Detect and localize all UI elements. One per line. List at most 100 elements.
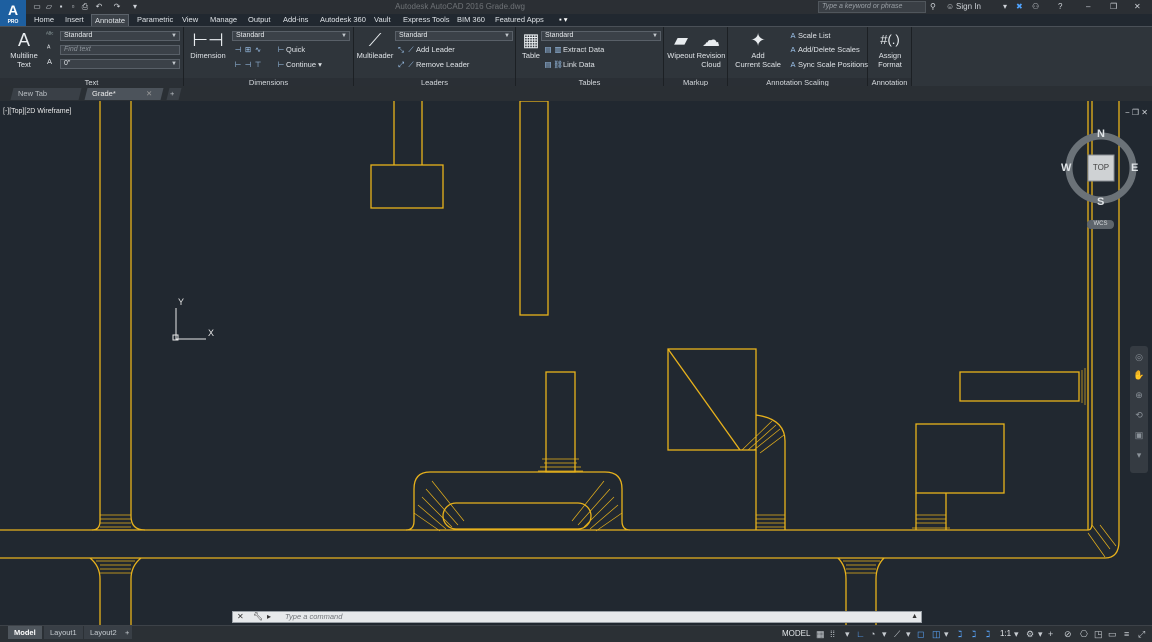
compass-west[interactable]: W <box>1061 162 1071 174</box>
snap-dropdown-icon[interactable]: ▾ <box>845 629 850 639</box>
clean-screen-icon[interactable]: ▭ <box>1108 629 1117 639</box>
application-menu-button[interactable]: A PRO <box>0 0 26 26</box>
continue-dimension-button[interactable]: ⊢ Continue ▾ <box>276 60 322 70</box>
hardware-acceleration-icon[interactable]: ⎔ <box>1080 629 1088 639</box>
text-height-select[interactable]: 0" ▼ <box>60 59 180 69</box>
dimension-style-select[interactable]: Standard ▼ <box>232 31 350 41</box>
tab-output[interactable]: Output <box>245 14 274 26</box>
undo-icon[interactable]: ↶ <box>94 2 104 12</box>
tab-vault[interactable]: Vault <box>371 14 394 26</box>
qat-dropdown-icon[interactable]: ▾ <box>130 2 140 12</box>
workspace-gear-icon[interactable]: ⚙ <box>1026 629 1034 639</box>
compass-north[interactable]: N <box>1097 128 1105 140</box>
multileader-button[interactable]: ⟋ Multileader <box>356 29 394 61</box>
scale-dropdown-icon[interactable]: ▾ <box>1014 629 1019 639</box>
tab-parametric[interactable]: Parametric <box>134 14 176 26</box>
assign-format-button[interactable]: #(.) Assign Format <box>870 29 910 69</box>
add-leader-button[interactable]: ⤡ ⟋ Add Leader <box>396 45 455 55</box>
dim-tools-icons-2[interactable]: ⊢ ⊣ ⊤ <box>233 60 263 70</box>
save-icon[interactable]: ▪ <box>56 2 66 12</box>
minimize-icon[interactable]: – <box>1086 2 1090 12</box>
tab-express-tools[interactable]: Express Tools <box>400 14 453 26</box>
scale-list-button[interactable]: A Scale List <box>788 31 830 41</box>
fullscreen-icon[interactable]: ⤢ <box>1138 629 1145 639</box>
help-search-input[interactable]: Type a keyword or phrase <box>818 1 926 13</box>
add-layout-button[interactable]: + <box>122 626 133 639</box>
snap-tracking-icon[interactable]: ◫ <box>932 629 941 639</box>
table-style-select[interactable]: Standard ▼ <box>541 31 661 41</box>
file-tab-new-tab[interactable]: New Tab <box>10 88 82 100</box>
nav-customize-icon[interactable]: ▾ <box>1133 450 1145 464</box>
compass-east[interactable]: E <box>1131 162 1138 174</box>
steering-wheel-icon[interactable]: ◎ <box>1133 352 1145 366</box>
add-delete-scales-button[interactable]: A Add/Delete Scales <box>788 45 859 55</box>
restore-icon[interactable]: ❐ <box>1110 2 1117 12</box>
tab-add-ins[interactable]: Add-ins <box>280 14 311 26</box>
viewport-window-controls[interactable]: − ❐ ✕ <box>1125 108 1148 117</box>
multileader-style-select[interactable]: Standard ▼ <box>395 31 513 41</box>
viewport-controls-label[interactable]: [-][Top][2D Wireframe] <box>3 108 71 115</box>
find-text-input[interactable]: Find text <box>60 45 180 55</box>
viewcube-face-top[interactable]: TOP <box>1091 163 1111 172</box>
tab-insert[interactable]: Insert <box>62 14 87 26</box>
plot-icon[interactable]: ⎙ <box>80 2 90 12</box>
polar-icon[interactable]: ◔ <box>870 629 875 639</box>
layout-tab-layout1[interactable]: Layout1 <box>44 626 83 639</box>
revision-cloud-button[interactable]: ☁ Revision Cloud <box>696 29 726 69</box>
dimension-button[interactable]: ⊢⊣ Dimension <box>188 29 228 61</box>
dropdown-arrow-icon[interactable]: ▾ <box>1003 2 1007 12</box>
close-window-icon[interactable]: ✕ <box>1134 2 1141 12</box>
extract-data-button[interactable]: ▤ ▥Extract Data <box>543 45 604 55</box>
file-tab-grade[interactable]: Grade* ✕ <box>84 88 164 100</box>
text-style-select[interactable]: Standard ▼ <box>60 31 180 41</box>
showmotion-icon[interactable]: ▣ <box>1133 430 1145 444</box>
ortho-icon[interactable]: ∟ <box>856 629 865 639</box>
close-tab-icon[interactable]: ✕ <box>146 88 152 100</box>
close-command-line-icon[interactable]: ✕ <box>237 612 244 622</box>
drawing-linework[interactable] <box>0 101 1152 625</box>
compass-south[interactable]: S <box>1097 196 1104 208</box>
help-icon[interactable]: ? <box>1058 2 1062 12</box>
osnap-dropdown-icon[interactable]: ▾ <box>944 629 949 639</box>
sign-in-link[interactable]: Sign In <box>956 2 981 12</box>
customization-icon[interactable]: ≡ <box>1124 629 1129 639</box>
isodraft-icon[interactable]: ⟋ <box>894 629 900 639</box>
command-history-icon[interactable]: ▲ <box>911 612 918 622</box>
add-tab-button[interactable]: + <box>166 88 182 100</box>
isolate-objects-icon[interactable]: ⊘ <box>1064 629 1072 639</box>
wipeout-button[interactable]: ▰ Wipeout <box>666 29 696 61</box>
model-space-button[interactable]: MODEL <box>782 629 810 639</box>
viewcube[interactable]: TOP N S E W <box>1060 128 1140 208</box>
redo-icon[interactable]: ↷ <box>112 2 122 12</box>
save-as-icon[interactable]: ▫ <box>68 2 78 12</box>
quick-properties-icon[interactable]: ◳ <box>1094 629 1103 639</box>
binoculars-icon[interactable]: ⚲ <box>930 2 936 12</box>
layout-tab-model[interactable]: Model <box>8 626 42 639</box>
add-current-scale-button[interactable]: ✦ Add Current Scale <box>732 29 784 69</box>
pan-icon[interactable]: ✋ <box>1133 370 1145 384</box>
annotation-scale-value[interactable]: 1:1 <box>1000 629 1011 639</box>
quick-dimension-button[interactable]: ⊢ Quick <box>276 45 305 55</box>
tab-autodesk-360[interactable]: Autodesk 360 <box>317 14 369 26</box>
tab-featured-apps[interactable]: Featured Apps <box>492 14 547 26</box>
auto-scale-icon[interactable]: ℷ <box>972 629 976 639</box>
tab-annotate[interactable]: Annotate <box>91 14 130 26</box>
customize-icon[interactable]: 🔧︎ <box>253 612 263 622</box>
tab-bim-360[interactable]: BIM 360 <box>454 14 488 26</box>
command-input[interactable]: Type a command <box>285 612 342 622</box>
multiline-text-button[interactable]: A Multiline Text <box>6 29 42 69</box>
exchange-icon[interactable]: ✖ <box>1016 2 1023 12</box>
annotation-visibility-icon[interactable]: ℷ <box>958 629 962 639</box>
new-file-icon[interactable]: ▭ <box>32 2 42 12</box>
object-snap-icon[interactable]: ◻ <box>917 629 924 639</box>
workspace-dropdown-icon[interactable]: ▾ <box>1038 629 1043 639</box>
isodraft-dropdown-icon[interactable]: ▾ <box>906 629 911 639</box>
recent-commands-icon[interactable]: ▸ <box>267 612 271 622</box>
user-icon[interactable]: ☺ <box>946 2 954 12</box>
tab-manage[interactable]: Manage <box>207 14 240 26</box>
tab-view[interactable]: View <box>179 14 201 26</box>
open-file-icon[interactable]: ▱ <box>44 2 54 12</box>
orbit-icon[interactable]: ⟲ <box>1133 410 1145 424</box>
snap-icon[interactable]: ⁞⁞ <box>830 629 835 639</box>
wcs-menu[interactable]: WCS <box>1087 220 1114 229</box>
